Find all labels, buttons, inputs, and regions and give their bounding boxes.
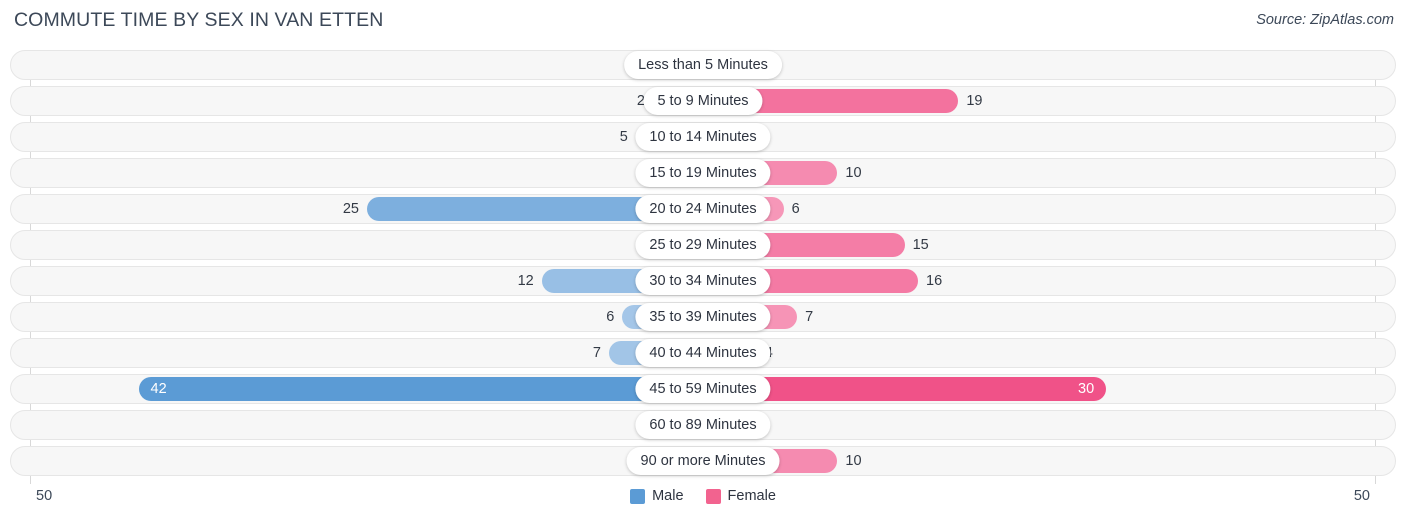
- value-label-female: 10: [845, 165, 862, 181]
- chart-row[interactable]: 7 440 to 44 Minutes: [10, 338, 1396, 368]
- bar-male[interactable]: [138, 377, 703, 401]
- chart-row[interactable]: 42 30 45 to 59 Minutes: [10, 374, 1396, 404]
- chart-page: COMMUTE TIME BY SEX IN VAN ETTEN Source:…: [0, 0, 1406, 523]
- legend-swatch-male-icon: [630, 488, 646, 504]
- chart-row[interactable]: 5010 to 14 Minutes: [10, 122, 1396, 152]
- category-label: 40 to 44 Minutes: [635, 339, 771, 367]
- legend-item-female[interactable]: Female: [705, 488, 776, 504]
- category-label: 10 to 14 Minutes: [635, 123, 771, 151]
- value-label-male: 2: [636, 93, 645, 109]
- chart-row[interactable]: 12 16 30 to 34 Minutes: [10, 266, 1396, 296]
- chart-row[interactable]: 21525 to 29 Minutes: [10, 230, 1396, 260]
- category-label: 20 to 24 Minutes: [635, 195, 771, 223]
- value-label-female: 19: [966, 93, 983, 109]
- chart-row[interactable]: 2060 to 89 Minutes: [10, 410, 1396, 440]
- value-label-female: 4: [765, 338, 823, 368]
- value-label-male: 12: [517, 273, 534, 289]
- legend-label-female: Female: [727, 488, 776, 504]
- chart-row[interactable]: 6 7 35 to 39 Minutes: [10, 302, 1396, 332]
- category-label: 25 to 29 Minutes: [635, 231, 771, 259]
- value-label-male: 6: [606, 309, 615, 325]
- legend-item-male[interactable]: Male: [630, 488, 684, 504]
- chart-header: COMMUTE TIME BY SEX IN VAN ETTEN Source:…: [0, 0, 1406, 44]
- category-label: 35 to 39 Minutes: [635, 303, 771, 331]
- category-label: Less than 5 Minutes: [624, 51, 782, 79]
- value-label-male: 25: [342, 201, 359, 217]
- chart-row[interactable]: 01090 or more Minutes: [10, 446, 1396, 476]
- chart-row[interactable]: 02Less than 5 Minutes: [10, 50, 1396, 80]
- chart-row[interactable]: 25 6 20 to 24 Minutes: [10, 194, 1396, 224]
- category-label: 60 to 89 Minutes: [635, 411, 771, 439]
- category-label: 45 to 59 Minutes: [635, 375, 771, 403]
- value-label-male: 5: [619, 129, 628, 145]
- value-label-female: 16: [926, 273, 943, 289]
- chart-plot-area: 02Less than 5 Minutes 2 19 5 to 9 Minutes 50…: [0, 50, 1406, 484]
- category-label: 90 or more Minutes: [626, 447, 780, 475]
- legend-label-male: Male: [652, 488, 684, 504]
- value-label-female: 15: [912, 237, 929, 253]
- page-title: COMMUTE TIME BY SEX IN VAN ETTEN: [14, 9, 384, 31]
- chart-row[interactable]: 01015 to 19 Minutes: [10, 158, 1396, 188]
- legend-swatch-female-icon: [705, 488, 721, 504]
- category-label: 5 to 9 Minutes: [643, 87, 763, 115]
- chart-footer: 50 50 Male Female: [0, 484, 1406, 523]
- category-label: 15 to 19 Minutes: [635, 159, 771, 187]
- value-label-female: 30: [1078, 381, 1095, 397]
- chart-row[interactable]: 2 19 5 to 9 Minutes: [10, 86, 1396, 116]
- value-label-female: 10: [845, 453, 862, 469]
- source-attribution: Source: ZipAtlas.com: [1256, 12, 1394, 28]
- value-label-male: 42: [150, 381, 167, 397]
- value-label-female: 6: [791, 201, 800, 217]
- value-label-female: 7: [805, 309, 814, 325]
- chart-legend: Male Female: [0, 488, 1406, 504]
- value-label-male: 7: [592, 345, 601, 361]
- category-label: 30 to 34 Minutes: [635, 267, 771, 295]
